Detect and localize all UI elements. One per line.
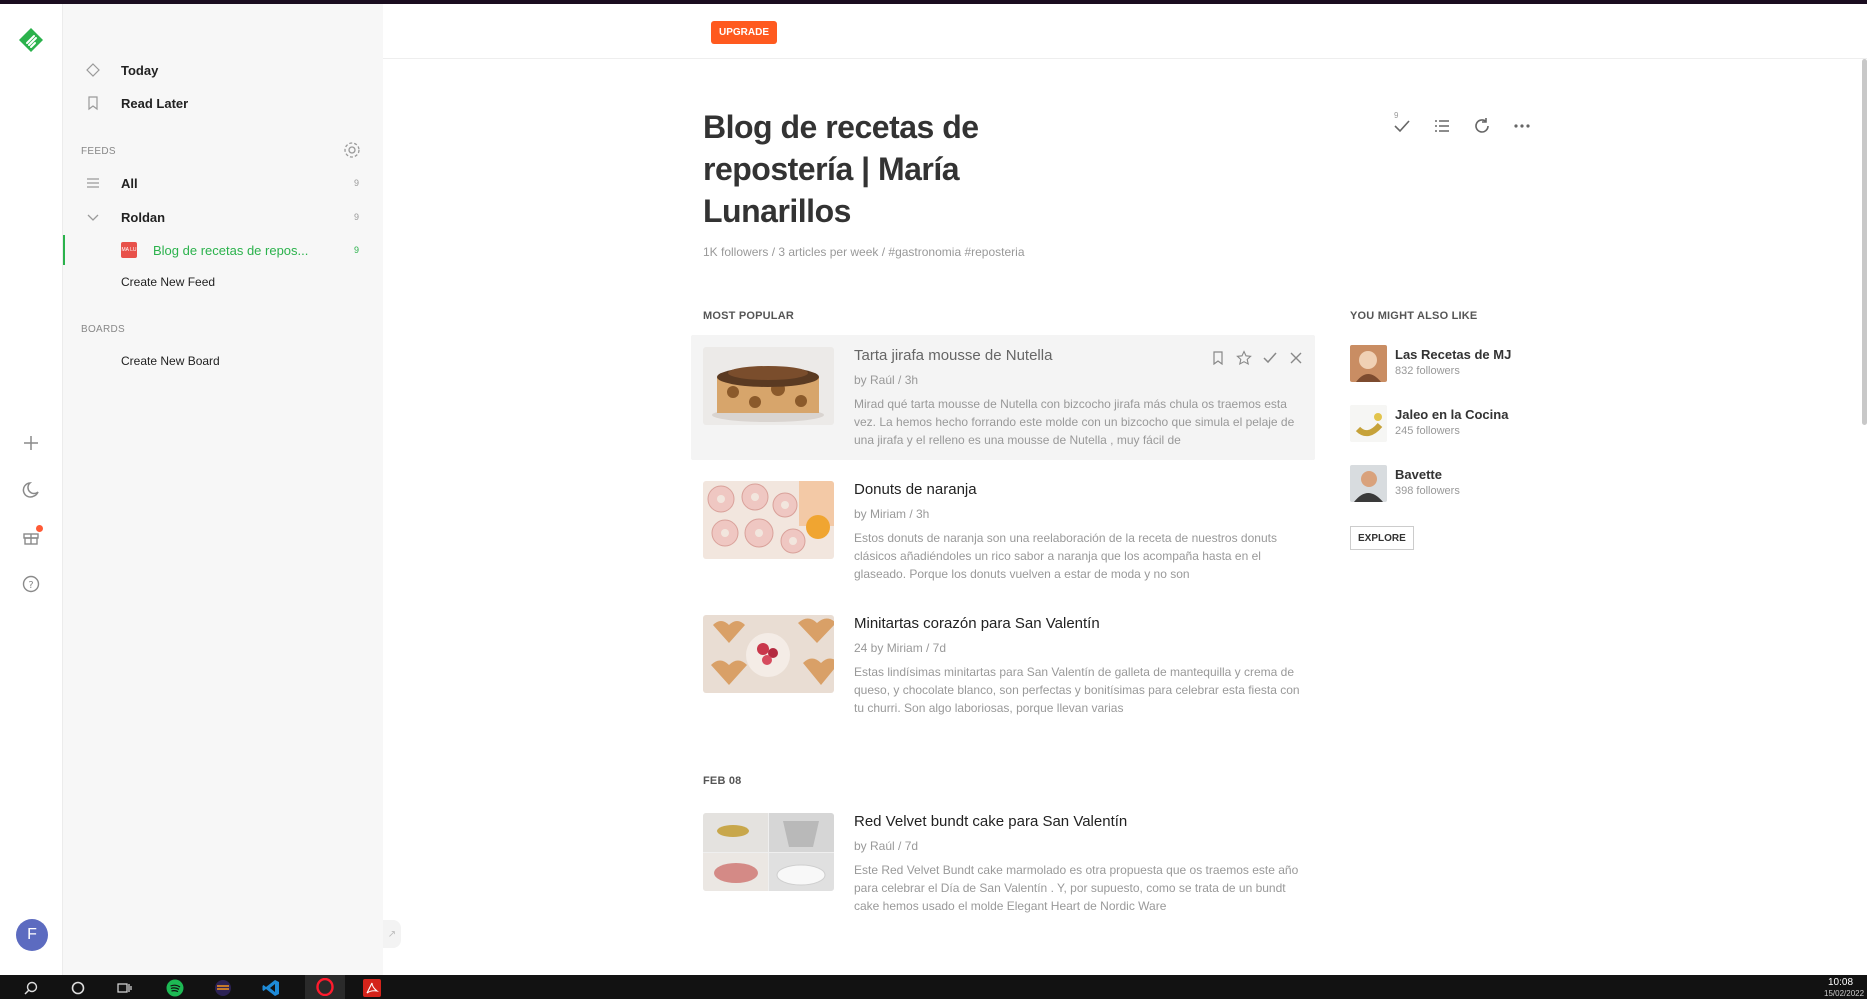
- article-card[interactable]: Red Velvet bundt cake para San Valentín …: [691, 801, 1315, 926]
- recommendation-name: Jaleo en la Cocina: [1395, 407, 1509, 422]
- vscode-icon[interactable]: [262, 979, 280, 997]
- help-icon[interactable]: ?: [18, 571, 44, 597]
- article-meta: by Raúl / 7d: [854, 839, 919, 853]
- unread-count: 9: [353, 245, 359, 255]
- refresh-icon[interactable]: [1470, 114, 1494, 138]
- sidebar-item-label: All: [121, 175, 138, 191]
- article-thumbnail: [703, 813, 834, 891]
- article-thumbnail: [703, 347, 834, 425]
- article-meta: by Raúl / 3h: [854, 373, 919, 387]
- pin-sidebar-icon[interactable]: ↗: [383, 920, 401, 948]
- article-summary: Mirad qué tarta mousse de Nutella con bi…: [854, 397, 1295, 447]
- bookmark-icon: [85, 95, 101, 111]
- chevron-down-icon[interactable]: [85, 209, 101, 225]
- avatar[interactable]: F: [16, 919, 48, 951]
- page-title: Blog de recetas de repostería | María Lu…: [703, 109, 979, 229]
- more-options-icon[interactable]: [1510, 114, 1534, 138]
- top-bar: UPGRADE: [383, 4, 1867, 59]
- sidebar-item-feed-maria-lunarillos[interactable]: MA LU Blog de recetas de repos... 9: [63, 235, 383, 265]
- layout-list-icon[interactable]: [1430, 114, 1454, 138]
- article-card[interactable]: Donuts de naranja by Miriam / 3h Estos d…: [691, 469, 1315, 594]
- recommendation-avatar: [1350, 465, 1387, 502]
- icon-rail: ? F: [0, 4, 63, 975]
- recommendation-item[interactable]: Bavette 398 followers: [1350, 465, 1590, 505]
- most-popular-heading: MOST POPULAR: [703, 310, 795, 322]
- article-summary: Estas lindísimas minitartas para San Val…: [854, 665, 1300, 715]
- sidebar-item-roldan[interactable]: Roldan 9: [63, 202, 383, 232]
- moon-icon[interactable]: [18, 477, 44, 503]
- feed-favicon: MA LU: [121, 242, 137, 258]
- os-taskbar: 10:08 15/02/2022: [0, 975, 1867, 999]
- boards-section-label: BOARDS: [81, 324, 126, 335]
- recommendations-heading: YOU MIGHT ALSO LIKE: [1350, 310, 1478, 322]
- svg-text:?: ?: [28, 580, 33, 591]
- opera-icon[interactable]: [305, 975, 345, 999]
- bookmark-icon[interactable]: [1209, 349, 1227, 367]
- today-icon: [85, 62, 101, 78]
- unread-count: 9: [353, 212, 359, 222]
- mark-read-count: 9: [1394, 111, 1399, 120]
- feeds-section-label: FEEDS: [81, 146, 116, 157]
- feed-stats: 1K followers / 3 articles per week / #ga…: [703, 245, 1025, 259]
- feed-actions: 9: [1390, 111, 1534, 138]
- plus-icon[interactable]: [18, 430, 44, 456]
- recommendation-name: Bavette: [1395, 467, 1442, 482]
- eclipse-icon[interactable]: [214, 979, 232, 997]
- recommendation-name: Las Recetas de MJ: [1395, 347, 1512, 362]
- article-summary: Estos donuts de naranja son una reelabor…: [854, 531, 1277, 581]
- article-card[interactable]: Minitartas corazón para San Valentín 24 …: [691, 603, 1315, 728]
- article-thumbnail: [703, 615, 834, 693]
- list-icon: [85, 175, 101, 191]
- article-meta: 24 by Miriam / 7d: [854, 641, 947, 655]
- article-title[interactable]: Red Velvet bundt cake para San Valentín: [854, 813, 1127, 830]
- sidebar-item-label: Create New Feed: [121, 275, 216, 289]
- article-summary: Este Red Velvet Bundt cake marmolado es …: [854, 863, 1299, 913]
- sidebar-item-label: Blog de recetas de repos...: [153, 242, 309, 258]
- task-view-icon[interactable]: [116, 979, 134, 997]
- article-title[interactable]: Minitartas corazón para San Valentín: [854, 615, 1100, 632]
- close-icon[interactable]: [1287, 349, 1305, 367]
- acrobat-icon[interactable]: [363, 979, 381, 997]
- sidebar-item-all[interactable]: All 9: [63, 168, 383, 198]
- notification-dot: [36, 525, 43, 532]
- mark-as-read-button[interactable]: 9: [1390, 111, 1414, 138]
- recommendation-followers: 832 followers: [1395, 365, 1460, 377]
- explore-button[interactable]: EXPLORE: [1350, 526, 1414, 550]
- article-title[interactable]: Donuts de naranja: [854, 481, 977, 498]
- check-icon[interactable]: [1261, 349, 1279, 367]
- star-icon[interactable]: [1235, 349, 1253, 367]
- sidebar: Today Read Later FEEDS All 9 Roldan 9 MA…: [63, 4, 383, 975]
- cortana-icon[interactable]: [69, 979, 87, 997]
- article-meta: by Miriam / 3h: [854, 507, 930, 521]
- recommendation-followers: 245 followers: [1395, 425, 1460, 437]
- sidebar-item-label: Create New Board: [121, 354, 220, 368]
- upgrade-button[interactable]: UPGRADE: [711, 21, 778, 44]
- gift-icon[interactable]: [18, 524, 44, 550]
- recommendation-followers: 398 followers: [1395, 485, 1460, 497]
- unread-count: 9: [353, 178, 359, 188]
- sidebar-item-label: Today: [121, 62, 159, 78]
- search-icon[interactable]: [22, 979, 40, 997]
- sidebar-item-label: Read Later: [121, 95, 189, 111]
- sidebar-item-label: Roldan: [121, 209, 166, 225]
- recommendation-item[interactable]: Jaleo en la Cocina 245 followers: [1350, 405, 1590, 445]
- spotify-icon[interactable]: [166, 979, 184, 997]
- sidebar-item-today[interactable]: Today: [63, 55, 383, 85]
- scrollbar[interactable]: [1862, 59, 1867, 425]
- clock-time: 10:08: [1828, 977, 1854, 988]
- sidebar-item-read-later[interactable]: Read Later: [63, 88, 383, 118]
- date-heading: FEB 08: [703, 775, 742, 787]
- recommendation-avatar: [1350, 405, 1387, 442]
- clock-date: 15/02/2022: [1824, 989, 1865, 998]
- create-feed-link[interactable]: Create New Feed: [63, 267, 383, 297]
- article-tools: [1209, 349, 1305, 367]
- create-board-link[interactable]: Create New Board: [63, 346, 383, 376]
- article-card[interactable]: Tarta jirafa mousse de Nutella by Raúl /…: [691, 335, 1315, 460]
- recommendation-avatar: [1350, 345, 1387, 382]
- article-thumbnail: [703, 481, 834, 559]
- gear-icon[interactable]: [342, 140, 362, 160]
- article-title[interactable]: Tarta jirafa mousse de Nutella: [854, 347, 1052, 364]
- recommendation-item[interactable]: Las Recetas de MJ 832 followers: [1350, 345, 1590, 385]
- feedly-logo-icon[interactable]: [17, 26, 45, 54]
